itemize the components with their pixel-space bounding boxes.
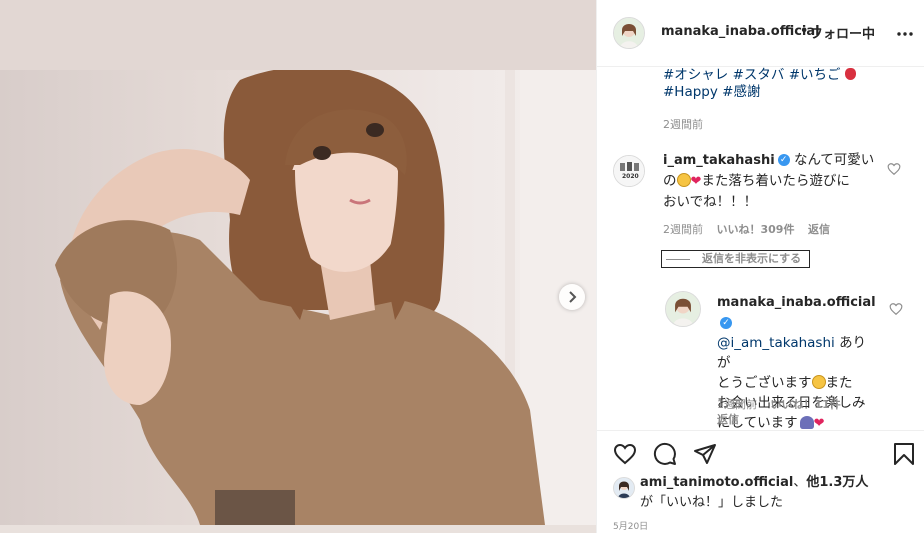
other-likers-link[interactable]: 他1.3万人 [806,475,868,490]
likes-separator: 、 [793,475,807,490]
more-options-button[interactable] [895,26,915,40]
caption-hashtags-2[interactable]: #Happy #感謝 [663,82,760,102]
bookmark-icon [894,443,914,465]
photo-top-area [0,0,596,70]
reply-text-3: また [825,375,853,391]
heart-outline-icon [887,163,901,176]
like-button[interactable] [613,442,637,466]
reply-like-button[interactable] [889,301,903,316]
commenter-username[interactable]: i_am_takahashi [663,153,775,168]
comments-list[interactable]: #オシャレ #スタバ #いちご #Happy #感謝 2週間前 2020 i_a… [597,67,924,429]
reply-time: 1週間前 [717,398,757,411]
save-button[interactable] [893,442,915,466]
reply-meta: 1週間前 いいね！11件 返信 [717,397,867,427]
account-avatar[interactable] [613,17,645,49]
comment-text-3: また落ち着いたら遊びに [701,173,850,189]
comment-time: 2週間前 [663,223,703,236]
reply-username[interactable]: manaka_inaba.official [717,295,876,310]
verified-icon: ✓ [777,154,790,166]
comment-icon [653,442,676,465]
photo-bottom-area [0,525,596,533]
reply-avatar[interactable] [665,291,701,327]
share-icon [694,444,716,464]
comment-like-button[interactable] [887,161,901,176]
comment-button[interactable] [653,442,677,466]
post-side-panel: manaka_inaba.official • フォロー中 #オシャレ #スタバ… [596,0,924,534]
account-username[interactable]: manaka_inaba.official [661,24,820,39]
commenter-avatar-image [614,156,644,186]
reply-reply-button[interactable]: 返信 [717,413,739,426]
comment-body: i_am_takahashi ✓ なんて可愛い の ❤また落ち着いたら遊びに おいで… [663,150,883,212]
comment-meta: 2週間前 いいね！309件 返信 [663,221,830,237]
follow-status-button[interactable]: フォロー中 [810,23,875,42]
comment-likes[interactable]: いいね！309件 [717,223,795,236]
pleading-face-emoji [811,375,826,389]
post-photo[interactable] [0,70,596,525]
likes-summary: ami_tanimoto.official、他1.3万人 が「いいね！」しました [640,473,910,513]
heart-icon [613,443,637,465]
likes-suffix: が「いいね！」しました [640,495,784,510]
caption-time: 2週間前 [663,118,703,131]
reply-text-2: とうございます [717,375,812,391]
header-separator: • [800,24,809,39]
strawberry-emoji [844,68,856,80]
avatar-image [614,18,644,48]
comment-text-2: の [663,173,677,189]
comment-text-4: おいでね！！！ [663,194,758,210]
chevron-right-icon [569,291,577,303]
caption-line-1[interactable]: #オシャレ #スタバ #いちご [663,67,841,83]
hide-replies-button[interactable]: 返信を非表示にする [661,250,810,268]
liker-avatar[interactable] [613,477,635,499]
verified-icon: ✓ [720,317,732,329]
post-media[interactable] [0,0,596,533]
heart-outline-icon [889,303,903,316]
post-date[interactable]: 5月20日 [613,519,648,532]
commenter-avatar-text: 2020 [622,173,639,180]
commenter-avatar[interactable]: 2020 [613,155,645,187]
reply-avatar-image [666,292,700,326]
share-button[interactable] [693,442,717,466]
red-heart-emoji: ❤ [690,174,702,189]
more-icon [897,32,913,36]
liker-avatar-image [614,478,634,498]
pleading-face-emoji [676,173,691,187]
reply-mention[interactable]: @i_am_takahashi [717,335,835,351]
next-image-button[interactable] [559,284,585,310]
comment-reply-button[interactable]: 返信 [808,223,830,236]
comment-text-1: なんて可愛い [793,152,875,168]
hide-replies-line [666,258,690,260]
post-header: manaka_inaba.official • フォロー中 [597,0,924,67]
post-actions: ami_tanimoto.official、他1.3万人 が「いいね！」しました… [597,430,924,534]
hide-replies-label: 返信を非表示にする [702,252,802,265]
reply-likes[interactable]: いいね！11件 [771,398,841,411]
liker-username[interactable]: ami_tanimoto.official [640,475,793,490]
portrait-illustration [55,70,596,525]
